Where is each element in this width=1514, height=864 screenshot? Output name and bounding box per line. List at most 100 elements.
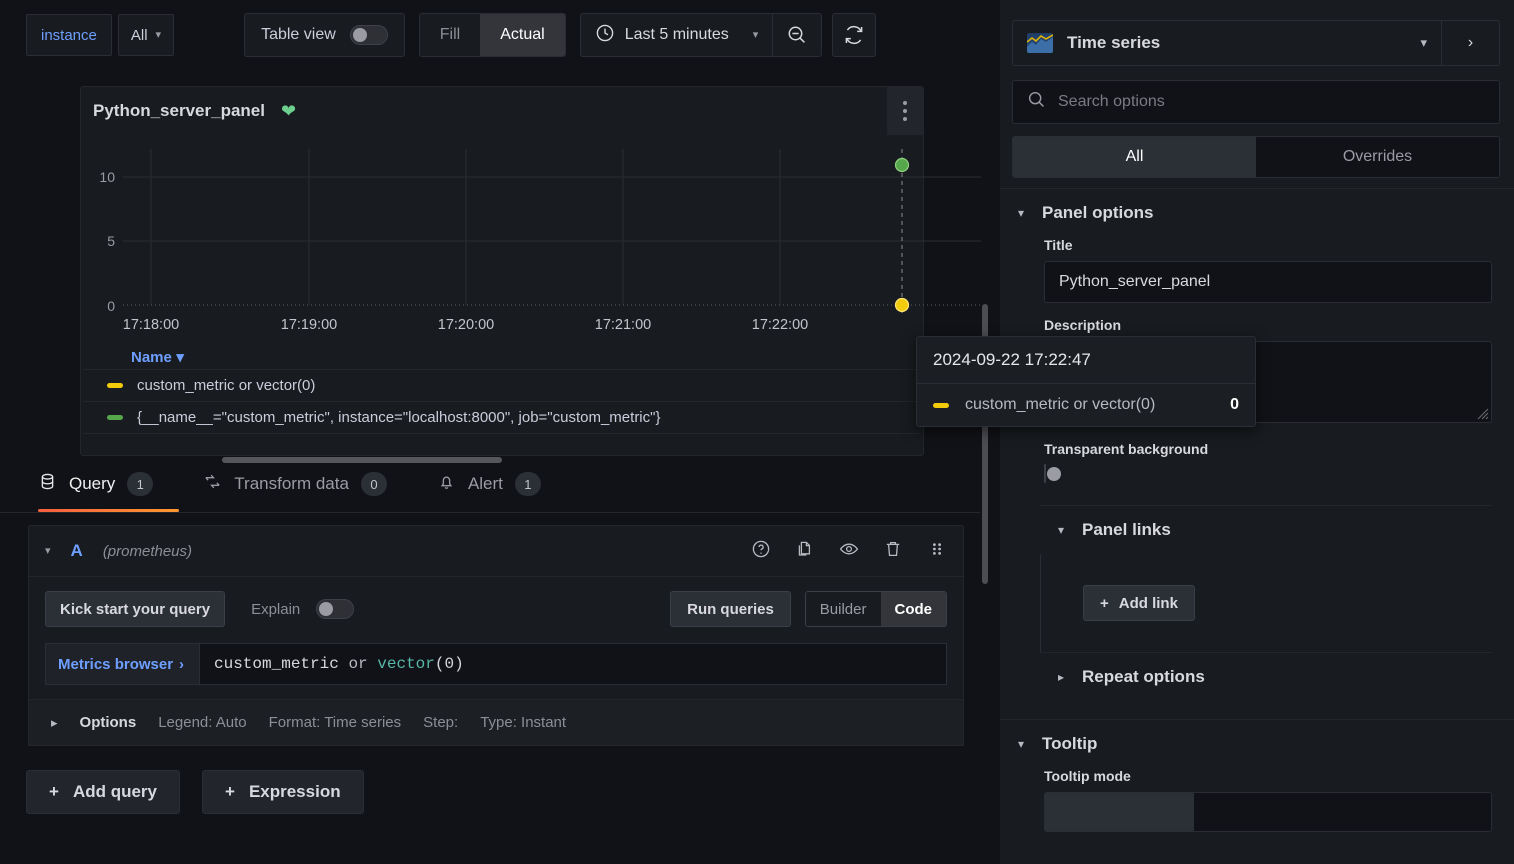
- pane-resizer[interactable]: [992, 0, 1000, 864]
- tab-badge: 1: [127, 472, 154, 496]
- tooltip-mode-segmented-control[interactable]: [1044, 792, 1492, 832]
- tab-all-options[interactable]: All: [1013, 137, 1256, 177]
- option-step: Step:: [423, 714, 459, 731]
- section-title: Panel links: [1082, 520, 1171, 539]
- option-type: Type: Instant: [480, 714, 567, 731]
- plus-icon: +: [225, 782, 235, 801]
- chevron-down-icon: ▾: [155, 28, 162, 41]
- promql-expression-input[interactable]: custom_metric or vector (0): [199, 643, 947, 685]
- time-series-icon: [1027, 33, 1053, 53]
- variable-value-dropdown[interactable]: All ▾: [117, 14, 175, 56]
- panel-menu-button[interactable]: [887, 87, 923, 135]
- kebab-dot: [903, 117, 907, 121]
- eye-icon[interactable]: [839, 539, 859, 564]
- visualization-panel: Python_server_panel ❤ 10 5 0 17:18:00 17…: [80, 86, 981, 463]
- tooltip-series-label: custom_metric or vector(0): [965, 396, 1156, 413]
- section-panel-options-header[interactable]: ▾ Panel options: [1000, 188, 1514, 237]
- tooltip-mode-option[interactable]: [1194, 793, 1343, 831]
- template-variable-instance: instance All ▾: [26, 14, 175, 56]
- time-series-chart[interactable]: 10 5 0 17:18:00 17:19:00 17:20:00 17:21:…: [81, 135, 981, 345]
- table-view-switch[interactable]: [349, 25, 388, 45]
- query-options-summary[interactable]: ▸ Options Legend: Auto Format: Time seri…: [29, 699, 963, 745]
- options-pane: Time series ▾ › Search options All Overr…: [1000, 0, 1514, 864]
- drag-handle-icon[interactable]: [927, 539, 947, 564]
- plus-icon: +: [49, 782, 59, 801]
- fill-button[interactable]: Fill: [420, 14, 480, 56]
- legend-sort-control[interactable]: Name ▾: [81, 345, 923, 369]
- refresh-button[interactable]: [832, 13, 877, 57]
- metrics-browser-button[interactable]: Metrics browser ›: [45, 643, 199, 685]
- explain-switch[interactable]: [316, 599, 355, 619]
- chevron-down-icon: ▾: [176, 349, 184, 366]
- heart-icon: ❤: [280, 100, 297, 121]
- table-view-label: Table view: [261, 26, 336, 43]
- section-repeat-options-header[interactable]: ▸ Repeat options: [1040, 652, 1492, 701]
- tab-badge: 1: [514, 472, 541, 496]
- tab-overrides[interactable]: Overrides: [1256, 137, 1499, 177]
- resize-handle[interactable]: [1475, 406, 1489, 420]
- chevron-right-icon: ▸: [51, 714, 58, 730]
- run-queries-button[interactable]: Run queries: [670, 591, 791, 627]
- tab-transform-data[interactable]: Transform data 0: [203, 456, 413, 512]
- tooltip-mode-option[interactable]: [1342, 793, 1491, 831]
- code-mode-button[interactable]: Code: [880, 592, 946, 626]
- options-search-box[interactable]: Search options: [1012, 80, 1500, 124]
- tooltip-timestamp: 2024-09-22 17:22:47: [917, 337, 1255, 384]
- query-row-header: ▾ A (prometheus): [28, 525, 964, 577]
- switch-knob: [1047, 467, 1061, 481]
- visualization-picker[interactable]: Time series ▾ ›: [1012, 20, 1500, 66]
- svg-text:17:22:00: 17:22:00: [752, 317, 808, 333]
- section-title: Tooltip: [1042, 734, 1098, 753]
- transparent-background-switch[interactable]: [1044, 464, 1061, 483]
- panel-preview-area: Python_server_panel ❤ 10 5 0 17:18:00 17…: [0, 70, 992, 463]
- duplicate-icon[interactable]: [795, 539, 815, 564]
- explain-label: Explain: [251, 600, 301, 618]
- tab-query[interactable]: Query 1: [38, 456, 180, 512]
- svg-text:17:20:00: 17:20:00: [438, 317, 494, 333]
- add-expression-label: Expression: [248, 782, 341, 801]
- svg-text:17:19:00: 17:19:00: [281, 317, 337, 333]
- fill-actual-segmented-control[interactable]: Fill Actual: [418, 13, 566, 57]
- explain-toggle-group[interactable]: Explain: [251, 599, 355, 619]
- editor-mode-segmented-control[interactable]: Builder Code: [804, 591, 947, 627]
- legend-item[interactable]: {__name__="custom_metric", instance="loc…: [83, 401, 921, 433]
- help-circle-icon[interactable]: [751, 539, 771, 564]
- section-title: Panel options: [1042, 203, 1154, 222]
- add-expression-button[interactable]: + Expression: [202, 770, 364, 814]
- search-input[interactable]: Search options: [1058, 93, 1165, 111]
- table-view-toggle-group[interactable]: Table view: [244, 13, 405, 57]
- field-label: Tooltip mode: [1044, 768, 1131, 784]
- panel-title-input[interactable]: Python_server_panel: [1044, 261, 1492, 303]
- tooltip-mode-option[interactable]: [1045, 793, 1194, 831]
- kick-start-query-button[interactable]: Kick start your query: [45, 591, 226, 627]
- actual-button[interactable]: Actual: [480, 14, 565, 56]
- switch-knob: [319, 602, 334, 616]
- trash-icon[interactable]: [883, 539, 903, 564]
- time-range-picker[interactable]: Last 5 minutes ▾: [581, 14, 773, 56]
- query-toolbar: Kick start your query Explain Run querie…: [45, 591, 947, 627]
- svg-text:5: 5: [107, 233, 115, 249]
- legend-item[interactable]: custom_metric or vector(0): [83, 369, 921, 401]
- panel-title: Python_server_panel: [93, 101, 265, 120]
- active-tab-indicator: [38, 509, 180, 512]
- tab-alert[interactable]: Alert 1: [437, 456, 567, 512]
- add-query-button[interactable]: + Add query: [26, 770, 180, 814]
- builder-mode-button[interactable]: Builder: [806, 592, 881, 626]
- chevron-down-icon[interactable]: ▾: [45, 545, 51, 557]
- visualization-picker-main[interactable]: Time series ▾: [1013, 21, 1441, 65]
- query-row-actions: [751, 539, 947, 564]
- svg-text:10: 10: [99, 169, 115, 185]
- section-panel-links-header[interactable]: ▾ Panel links: [1040, 505, 1492, 554]
- section-tooltip-header[interactable]: ▾ Tooltip: [1000, 719, 1514, 768]
- kebab-dot: [903, 101, 907, 105]
- variable-label: instance: [26, 14, 112, 56]
- expression-metric-token: custom_metric: [214, 655, 339, 673]
- collapse-options-button[interactable]: ›: [1441, 21, 1499, 65]
- svg-text:17:18:00: 17:18:00: [123, 317, 179, 333]
- options-filter-tabs[interactable]: All Overrides: [1012, 136, 1500, 178]
- field-tooltip-mode: Tooltip mode: [1000, 768, 1514, 832]
- bell-icon: [437, 472, 456, 496]
- query-ref-id[interactable]: A: [71, 541, 83, 561]
- zoom-out-button[interactable]: [773, 14, 821, 56]
- add-link-button[interactable]: + Add link: [1083, 585, 1195, 621]
